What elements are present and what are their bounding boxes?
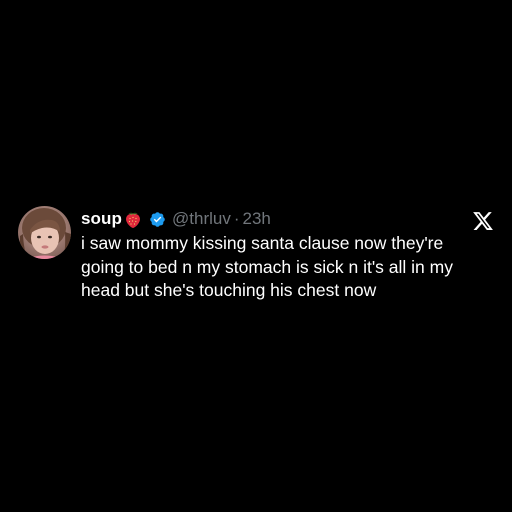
timestamp[interactable]: 23h — [243, 209, 271, 229]
avatar[interactable] — [18, 206, 71, 259]
strawberry-icon — [123, 209, 143, 229]
tweet-text: i saw mommy kissing santa clause now the… — [81, 233, 453, 300]
post-screenshot: soup @thrluv · 23h i saw mommy kissing s… — [0, 0, 512, 512]
tweet[interactable]: soup @thrluv · 23h i saw mommy kissing s… — [18, 206, 498, 303]
verified-badge-icon[interactable] — [149, 211, 166, 228]
display-name[interactable]: soup — [81, 209, 122, 229]
handle[interactable]: @thrluv — [172, 209, 231, 229]
x-logo-icon[interactable] — [472, 210, 494, 232]
tweet-header: soup @thrluv · 23h — [81, 207, 498, 231]
tweet-body: soup @thrluv · 23h i saw mommy kissing s… — [81, 206, 498, 303]
separator-dot: · — [233, 209, 240, 228]
